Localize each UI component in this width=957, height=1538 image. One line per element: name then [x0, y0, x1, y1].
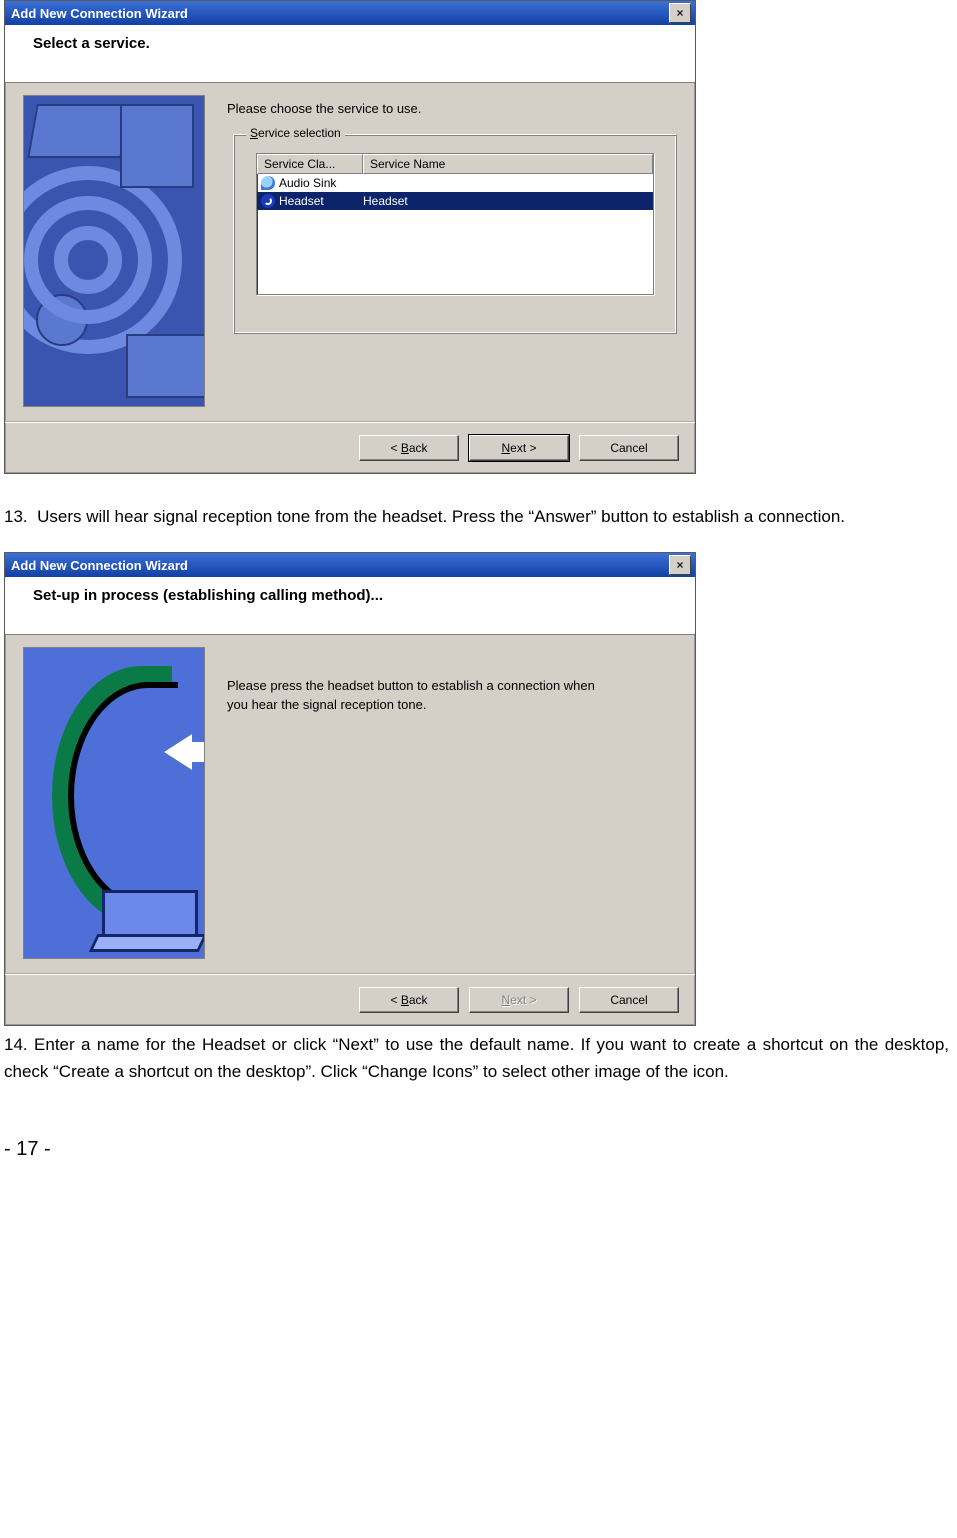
- cancel-button[interactable]: Cancel: [579, 987, 679, 1013]
- col-service-class[interactable]: Service Cla...: [257, 154, 363, 174]
- close-icon[interactable]: ×: [669, 3, 691, 23]
- instruction-step-13: 13. Users will hear signal reception ton…: [4, 504, 949, 530]
- dialog-setup-in-process: Add New Connection Wizard × Set-up in pr…: [4, 552, 696, 1026]
- col-service-name[interactable]: Service Name: [363, 154, 653, 174]
- window-title: Add New Connection Wizard: [11, 6, 669, 21]
- instruction-message: Please press the headset button to estab…: [227, 677, 607, 715]
- titlebar[interactable]: Add New Connection Wizard ×: [5, 1, 695, 25]
- back-button[interactable]: < Back: [359, 435, 459, 461]
- headset-icon: [261, 194, 275, 208]
- page-heading: Select a service.: [5, 25, 695, 83]
- prompt-text: Please choose the service to use.: [227, 101, 677, 116]
- instruction-step-14: 14. Enter a name for the Headset or clic…: [4, 1032, 949, 1085]
- group-legend: S/*noop*/ervice selection: [246, 126, 345, 140]
- service-listview[interactable]: Service Cla... Service Name Audio Sink H…: [256, 153, 654, 295]
- service-selection-group: S/*noop*/ervice selection Service Cla...…: [233, 134, 677, 334]
- listview-header[interactable]: Service Cla... Service Name: [257, 154, 653, 174]
- list-item[interactable]: Headset Headset: [257, 192, 653, 210]
- back-button[interactable]: < Back: [359, 987, 459, 1013]
- window-title: Add New Connection Wizard: [11, 558, 669, 573]
- page-heading: Set-up in process (establishing calling …: [5, 577, 695, 635]
- dialog-select-service: Add New Connection Wizard × Select a ser…: [4, 0, 696, 474]
- page-number: - 17 -: [4, 1138, 51, 1161]
- close-icon[interactable]: ×: [669, 555, 691, 575]
- list-item[interactable]: Audio Sink: [257, 174, 653, 192]
- wizard-illustration: [23, 647, 205, 959]
- wizard-illustration: [23, 95, 205, 407]
- next-button: Next >: [469, 987, 569, 1013]
- titlebar[interactable]: Add New Connection Wizard ×: [5, 553, 695, 577]
- next-button[interactable]: Next >: [469, 435, 569, 461]
- headphones-icon: [261, 176, 275, 190]
- cancel-button[interactable]: Cancel: [579, 435, 679, 461]
